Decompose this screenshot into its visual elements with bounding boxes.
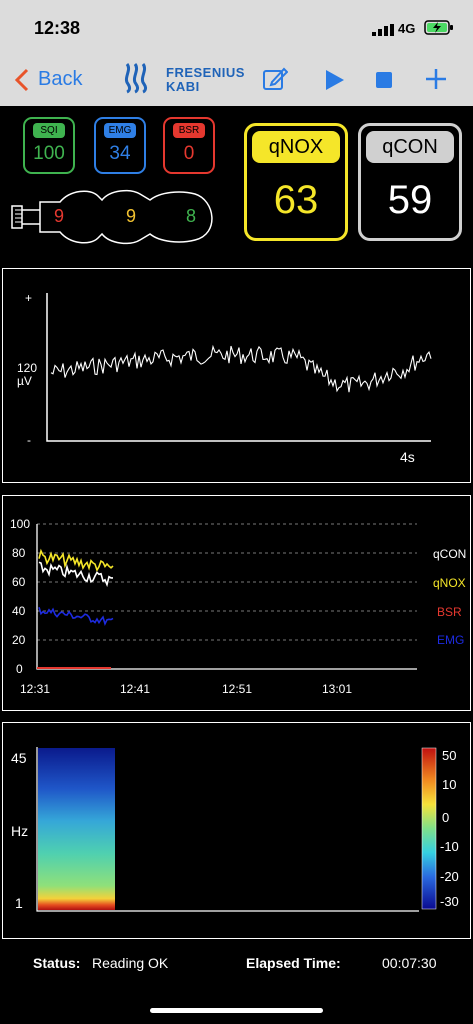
signal-icon	[372, 24, 394, 36]
status-time: 12:38	[34, 18, 81, 38]
qcon-trend-line	[38, 561, 113, 588]
back-chevron-icon[interactable]	[14, 68, 30, 92]
spectrogram-plot	[36, 747, 437, 912]
colorbar	[421, 747, 437, 910]
qnox-value: 63	[273, 178, 319, 222]
status-label: Status:	[33, 955, 81, 971]
colorbar-tick: -20	[440, 869, 459, 884]
fresenius-logo-icon	[124, 63, 148, 94]
electrode-3-value: 8	[186, 206, 197, 226]
network-type: 4G	[398, 21, 416, 36]
sqi-value: 100	[33, 143, 65, 164]
colorbar-tick: -10	[440, 839, 459, 854]
legend-qcon: qCON	[433, 547, 467, 561]
status-value: Reading OK	[92, 955, 169, 971]
add-icon[interactable]	[425, 68, 447, 90]
eeg-waveform-line	[50, 344, 432, 393]
eeg-time-label: 4s	[400, 449, 415, 465]
emg-label: EMG	[104, 123, 136, 138]
legend-emg: EMG	[437, 633, 465, 647]
legend-qnox: qNOX	[433, 576, 466, 590]
electrode-1-value: 9	[54, 206, 65, 226]
sqi-label: SQI	[33, 123, 65, 138]
brand-line2: KABI	[166, 79, 200, 94]
edit-icon[interactable]	[262, 66, 288, 92]
back-button[interactable]: Back	[38, 68, 82, 91]
home-indicator[interactable]	[150, 1008, 323, 1013]
trend-x-tick: 12:51	[222, 682, 253, 696]
spectrogram-panel: 45 Hz 1 50 10 0 -10 -20 -30	[2, 722, 471, 939]
bsr-label: BSR	[173, 123, 205, 138]
trend-x-tick: 13:01	[322, 682, 353, 696]
qnox-label: qNOX	[252, 131, 340, 163]
brand-line1: FRESENIUS	[166, 65, 245, 80]
bsr-value: 0	[183, 143, 195, 164]
qcon-label: qCON	[366, 131, 454, 163]
bsr-indicator: BSR 0	[163, 117, 215, 174]
elapsed-label: Elapsed Time:	[246, 955, 341, 971]
footer-status: Status: Reading OK Elapsed Time: 00:07:3…	[0, 952, 473, 1024]
colorbar-tick: 0	[442, 810, 450, 825]
stop-icon[interactable]	[376, 72, 392, 88]
electrode-2-value: 9	[126, 206, 137, 226]
play-icon[interactable]	[324, 68, 346, 92]
qcon-box: qCON 59	[358, 123, 462, 241]
trend-panel: 100 80 60 40 20 0 12:31 12:41 12:51 13:0…	[2, 495, 471, 711]
elapsed-value: 00:07:30	[382, 955, 437, 971]
electrode-sensor-diagram	[11, 189, 213, 245]
battery-icon	[424, 20, 453, 35]
emg-value: 34	[109, 143, 131, 164]
emg-indicator: EMG 34	[94, 117, 146, 174]
qnox-box: qNOX 63	[244, 123, 348, 241]
colorbar-tick: 10	[442, 777, 457, 792]
qcon-value: 59	[387, 178, 433, 222]
eeg-waveform-panel: + 120 µV - 4s	[2, 268, 471, 483]
sqi-indicator: SQI 100	[23, 117, 75, 174]
legend-bsr: BSR	[437, 605, 462, 619]
emg-trend-line	[38, 607, 114, 626]
colorbar-tick: 50	[442, 748, 457, 763]
colorbar-tick: -30	[440, 894, 459, 909]
trend-x-tick: 12:31	[20, 682, 51, 696]
trend-x-tick: 12:41	[120, 682, 151, 696]
trend-plot	[36, 523, 417, 670]
spectrogram-fill	[38, 748, 115, 910]
brand-name: FRESENIUS KABI	[166, 66, 245, 94]
